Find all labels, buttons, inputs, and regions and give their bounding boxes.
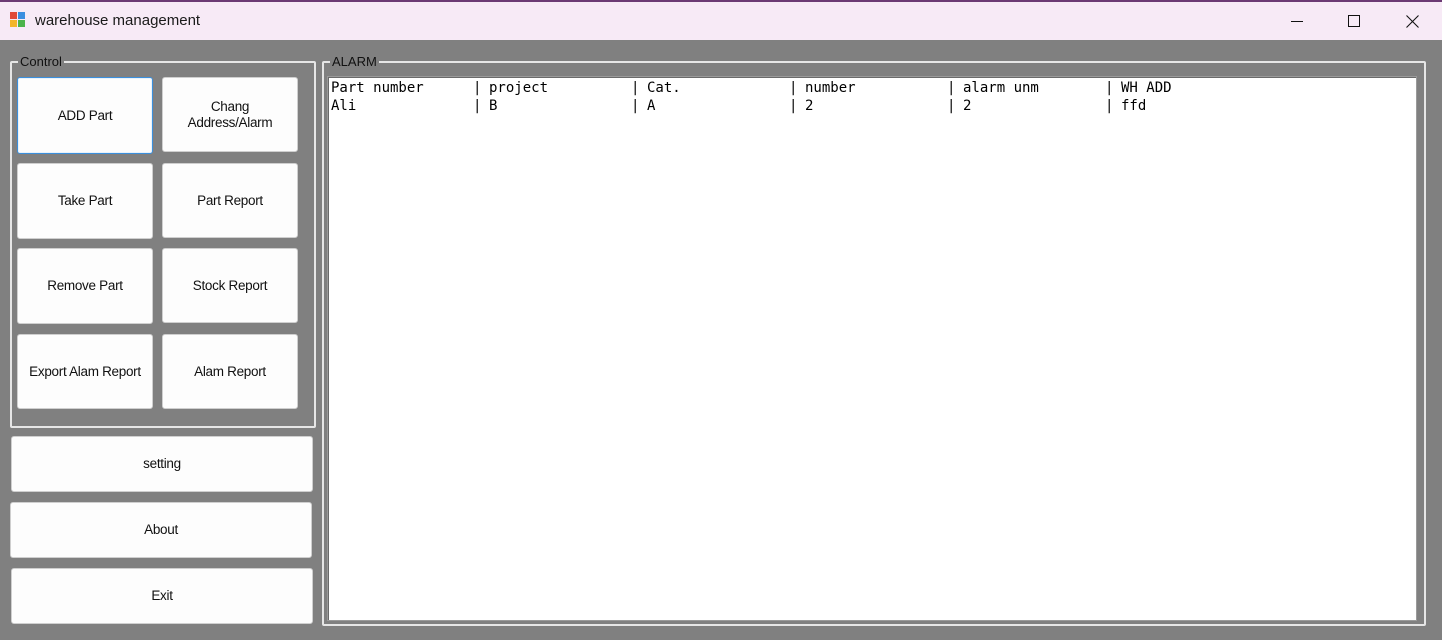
add-part-button[interactable]: ADD Part (17, 77, 153, 154)
list-cell: ffd (1121, 98, 1147, 114)
column-separator: | (789, 98, 798, 114)
about-button[interactable]: About (10, 502, 312, 558)
app-window-icon (10, 12, 26, 28)
column-header: number (805, 80, 856, 96)
column-separator: | (1105, 80, 1114, 96)
close-button[interactable] (1383, 2, 1441, 40)
change-address-label-line2: Address/Alarm (187, 114, 273, 130)
column-separator: | (473, 80, 482, 96)
column-header: Cat. (647, 80, 681, 96)
control-group-legend: Control (20, 54, 62, 69)
column-header: project (489, 80, 549, 96)
maximize-icon (1348, 15, 1360, 27)
remove-part-button[interactable]: Remove Part (17, 248, 153, 324)
maximize-button[interactable] (1325, 2, 1383, 40)
setting-button[interactable]: setting (11, 436, 313, 492)
column-separator: | (947, 98, 956, 114)
alarm-group-legend: ALARM (332, 54, 377, 69)
column-separator: | (789, 80, 798, 96)
column-separator: | (631, 98, 640, 114)
list-cell: A (647, 98, 656, 114)
column-separator: | (473, 98, 482, 114)
change-address-alarm-button[interactable]: Chang Address/Alarm (162, 77, 298, 152)
take-part-button[interactable]: Take Part (17, 163, 153, 239)
alarm-list[interactable]: Part number | project | Cat. | number | … (327, 76, 1417, 621)
close-icon (1405, 14, 1419, 28)
exit-button[interactable]: Exit (11, 568, 313, 624)
export-alarm-report-button[interactable]: Export Alam Report (17, 334, 153, 409)
column-separator: | (631, 80, 640, 96)
title-bar[interactable]: warehouse management (0, 2, 1442, 40)
column-separator: | (947, 80, 956, 96)
list-cell: 2 (805, 98, 814, 114)
alarm-report-button[interactable]: Alam Report (162, 334, 298, 409)
list-cell: 2 (963, 98, 972, 114)
list-cell: Ali (331, 98, 357, 114)
column-header: alarm unm (963, 80, 1039, 96)
change-address-label-line1: Chang (210, 98, 250, 114)
column-header: WH ADD (1121, 80, 1172, 96)
window-title: warehouse management (35, 12, 201, 29)
part-report-button[interactable]: Part Report (162, 163, 298, 238)
minimize-icon (1291, 21, 1303, 22)
list-cell: B (489, 98, 498, 114)
minimize-button[interactable] (1268, 2, 1326, 40)
column-header: Part number (331, 80, 424, 96)
stock-report-button[interactable]: Stock Report (162, 248, 298, 323)
column-separator: | (1105, 98, 1114, 114)
